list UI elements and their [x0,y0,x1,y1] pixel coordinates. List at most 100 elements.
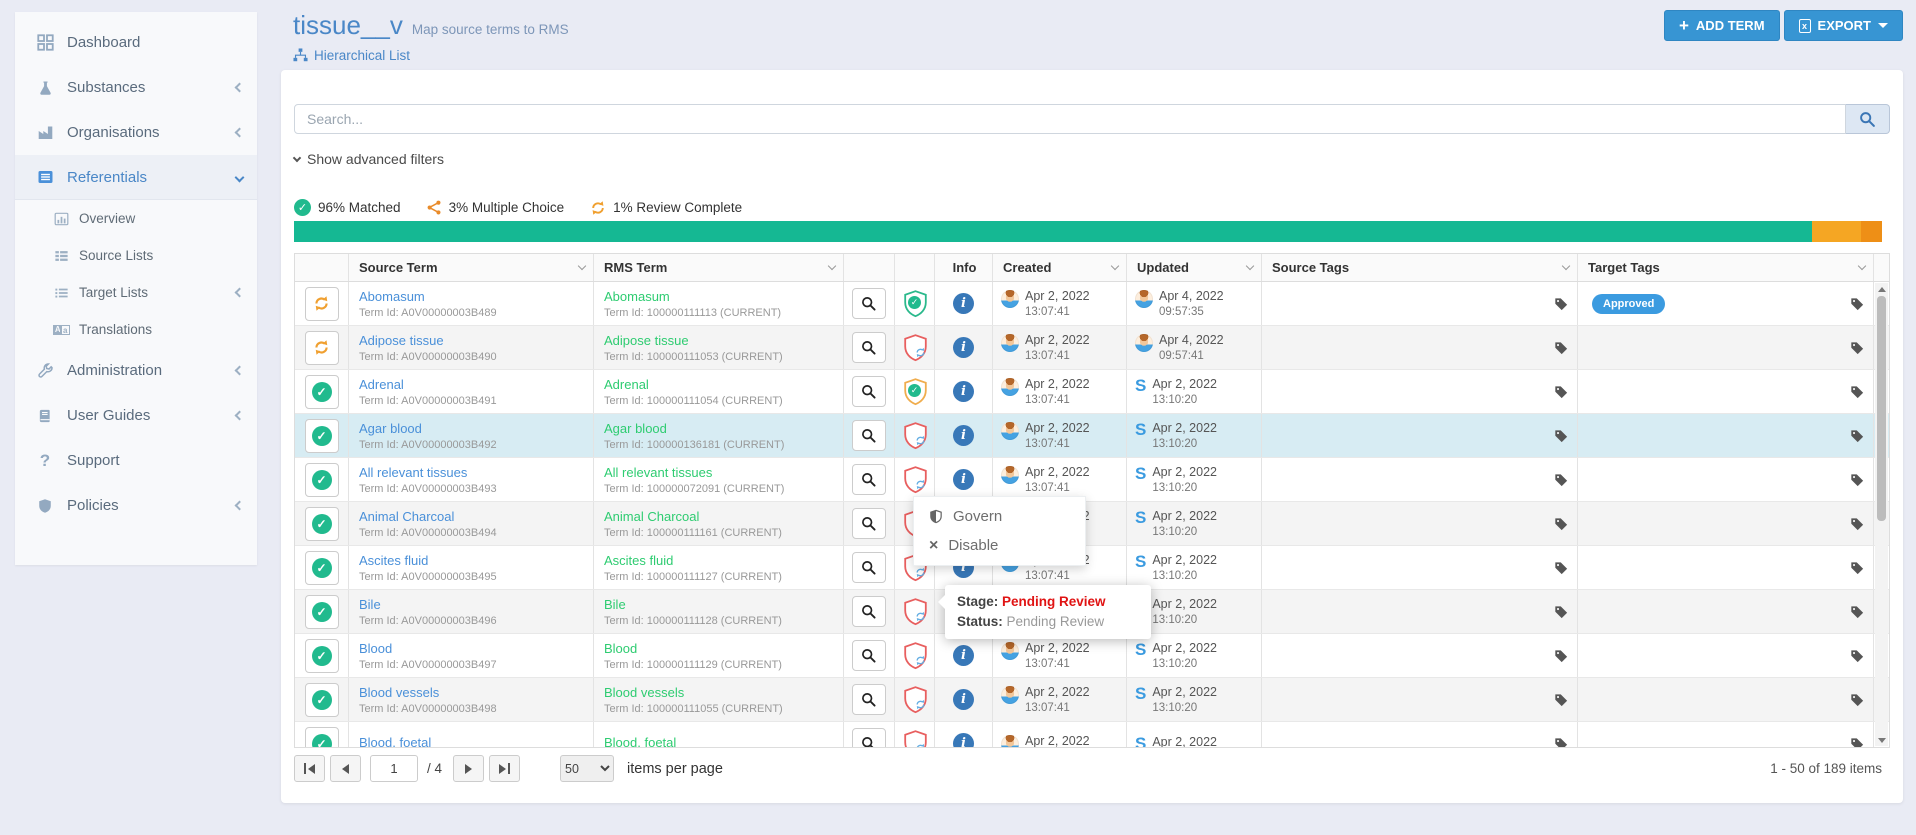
tag-icon[interactable] [1554,649,1568,663]
govern-shield-icon[interactable] [903,598,926,626]
hierarchical-list-link[interactable]: Hierarchical List [293,48,569,63]
tag-icon[interactable] [1850,517,1864,531]
rms-term-link[interactable]: Adipose tissue [604,333,689,348]
search-input[interactable] [294,104,1846,134]
sidebar-item-target-lists[interactable]: Target Lists [15,274,257,311]
info-icon[interactable]: i [953,733,974,747]
tag-icon[interactable] [1850,649,1864,663]
scroll-up-arrow-icon[interactable] [1875,283,1888,295]
govern-shield-icon[interactable] [903,422,926,450]
sidebar-item-translations[interactable]: AaTranslations [15,311,257,348]
tag-icon[interactable] [1850,341,1864,355]
scrollbar-thumb[interactable] [1877,296,1886,521]
tag-icon[interactable] [1554,385,1568,399]
source-term-link[interactable]: All relevant tissues [359,465,467,480]
header-updated[interactable]: Updated [1127,254,1262,281]
table-row[interactable]: AbomasumTerm Id: A0V00000003B489Abomasum… [295,282,1889,326]
source-term-link[interactable]: Agar blood [359,421,422,436]
row-status-button[interactable]: ✓ [305,551,339,585]
tag-icon[interactable] [1554,297,1568,311]
rms-term-link[interactable]: Bile [604,597,626,612]
tag-icon[interactable] [1554,605,1568,619]
menu-item-govern[interactable]: Govern [914,502,1085,531]
menu-item-disable[interactable]: × Disable [914,531,1085,560]
tag-icon[interactable] [1554,473,1568,487]
source-term-link[interactable]: Bile [359,597,381,612]
row-status-button[interactable] [305,287,339,321]
header-target-tags[interactable]: Target Tags [1578,254,1874,281]
rms-term-link[interactable]: Abomasum [604,289,670,304]
govern-shield-icon[interactable]: ✓ [903,290,926,318]
sidebar-item-administration[interactable]: Administration [15,348,257,393]
last-page-button[interactable] [489,755,520,782]
header-source-tags[interactable]: Source Tags [1262,254,1578,281]
source-term-link[interactable]: Blood vessels [359,685,439,700]
row-status-button[interactable]: ✓ [305,683,339,717]
rms-term-link[interactable]: Agar blood [604,421,667,436]
row-status-button[interactable] [305,331,339,365]
rms-term-link[interactable]: Blood vessels [604,685,684,700]
table-row[interactable]: ✓Blood, foetalBlood, foetaliApr 2, 2022S… [295,722,1889,747]
preview-term-button[interactable] [852,728,886,747]
rms-term-link[interactable]: Adrenal [604,377,649,392]
preview-term-button[interactable] [852,640,886,671]
sidebar-item-overview[interactable]: Overview [15,200,257,237]
source-term-link[interactable]: Ascites fluid [359,553,428,568]
govern-shield-icon[interactable] [903,730,926,748]
info-icon[interactable]: i [953,381,974,402]
rms-term-link[interactable]: Ascites fluid [604,553,673,568]
preview-term-button[interactable] [852,508,886,539]
tag-icon[interactable] [1850,737,1864,748]
rms-term-link[interactable]: Animal Charcoal [604,509,699,524]
table-row[interactable]: ✓All relevant tissuesTerm Id: A0V0000000… [295,458,1889,502]
govern-shield-icon[interactable] [903,334,926,362]
info-icon[interactable]: i [953,469,974,490]
tag-icon[interactable] [1554,341,1568,355]
govern-shield-icon[interactable] [903,686,926,714]
row-status-button[interactable]: ✓ [305,727,339,748]
row-status-button[interactable]: ✓ [305,463,339,497]
tag-icon[interactable] [1850,297,1864,311]
table-row[interactable]: ✓Blood vesselsTerm Id: A0V00000003B498Bl… [295,678,1889,722]
tag-icon[interactable] [1850,385,1864,399]
table-row[interactable]: ✓Agar bloodTerm Id: A0V00000003B492Agar … [295,414,1889,458]
preview-term-button[interactable] [852,684,886,715]
source-term-link[interactable]: Abomasum [359,289,425,304]
govern-shield-icon[interactable] [903,466,926,494]
preview-term-button[interactable] [852,288,886,319]
preview-term-button[interactable] [852,376,886,407]
add-term-button[interactable]: + ADD TERM [1664,10,1780,41]
tag-icon[interactable] [1554,737,1568,748]
row-status-button[interactable]: ✓ [305,419,339,453]
info-icon[interactable]: i [953,425,974,446]
page-number-input[interactable] [370,755,418,782]
scroll-down-arrow-icon[interactable] [1875,734,1888,746]
source-term-link[interactable]: Animal Charcoal [359,509,454,524]
tag-icon[interactable] [1554,693,1568,707]
sidebar-item-support[interactable]: ?Support [15,438,257,483]
source-term-link[interactable]: Adrenal [359,377,404,392]
table-row[interactable]: ✓BloodTerm Id: A0V00000003B497BloodTerm … [295,634,1889,678]
rms-term-link[interactable]: Blood, foetal [604,735,676,748]
table-row[interactable]: ✓Ascites fluidTerm Id: A0V00000003B495As… [295,546,1889,590]
source-term-link[interactable]: Adipose tissue [359,333,444,348]
tag-icon[interactable] [1850,429,1864,443]
govern-shield-icon[interactable] [903,642,926,670]
tag-icon[interactable] [1850,605,1864,619]
sidebar-item-organisations[interactable]: Organisations [15,110,257,155]
page-size-select[interactable]: 50 [560,755,614,782]
sidebar-item-substances[interactable]: Substances [15,65,257,110]
header-source-term[interactable]: Source Term [349,254,594,281]
tag-icon[interactable] [1850,561,1864,575]
preview-term-button[interactable] [852,552,886,583]
govern-shield-icon[interactable]: ✓ [903,378,926,406]
sidebar-item-user-guides[interactable]: User Guides [15,393,257,438]
tag-icon[interactable] [1554,429,1568,443]
sidebar-item-referentials[interactable]: Referentials [15,155,257,200]
preview-term-button[interactable] [852,420,886,451]
info-icon[interactable]: i [953,293,974,314]
rms-term-link[interactable]: All relevant tissues [604,465,712,480]
tag-icon[interactable] [1850,473,1864,487]
header-created[interactable]: Created [993,254,1127,281]
preview-term-button[interactable] [852,596,886,627]
